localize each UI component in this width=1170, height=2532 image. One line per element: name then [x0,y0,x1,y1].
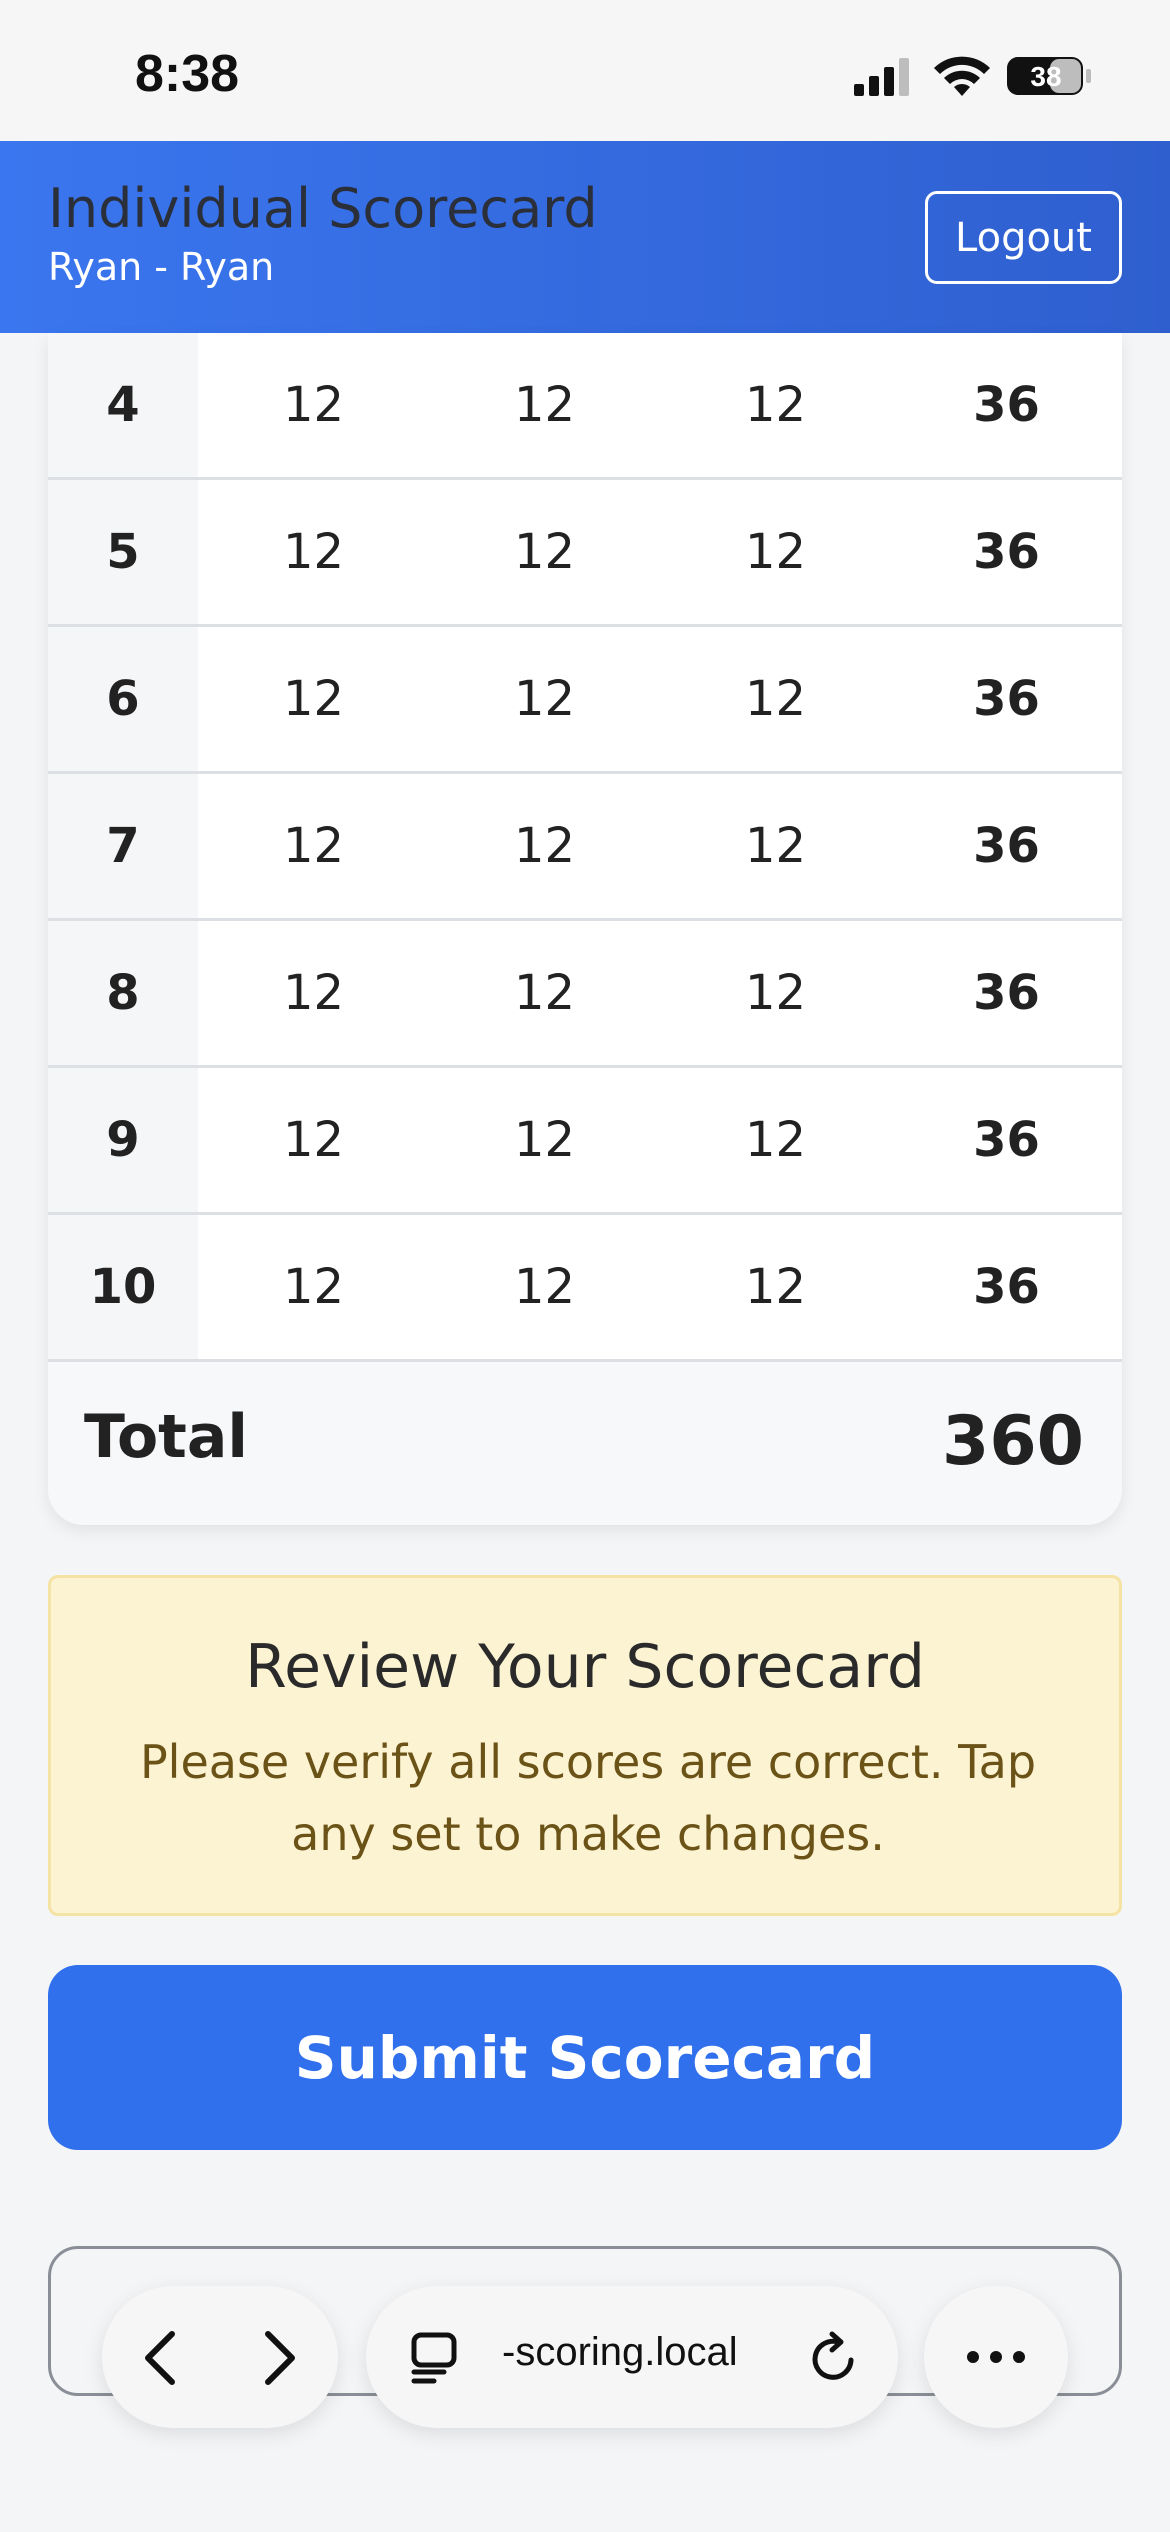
score-cell: 12 [744,524,807,580]
score-cell: 12 [744,965,807,1021]
page-title: Individual Scorecard [48,177,598,240]
battery-icon: 38 [1007,57,1091,95]
score-cell: 12 [282,671,345,727]
page-subtitle: Ryan - Ryan [48,245,275,289]
total-value: 360 [942,1402,1084,1481]
cellular-signal-icon [854,58,909,96]
grand-total-row: Total 360 [48,1362,1122,1525]
status-time: 8:38 [135,45,240,103]
browser-nav-controls [102,2286,338,2428]
address-bar[interactable]: -scoring.local [366,2286,898,2428]
set-number: 10 [48,1215,198,1359]
set-number: 4 [48,333,198,477]
table-row[interactable]: 9 12 12 12 36 [48,1068,1122,1215]
score-cell: 12 [744,1259,807,1315]
submit-scorecard-button[interactable]: Submit Scorecard [48,1965,1122,2150]
set-total: 36 [973,524,1040,580]
browser-more-controls [924,2286,1068,2428]
set-number: 8 [48,921,198,1065]
url-text: -scoring.local [502,2330,738,2374]
score-cell: 12 [282,1259,345,1315]
score-cell: 12 [282,1112,345,1168]
score-cell: 12 [513,1112,576,1168]
table-row[interactable]: 8 12 12 12 36 [48,921,1122,1068]
score-cell: 12 [282,818,345,874]
table-row[interactable]: 10 12 12 12 36 [48,1215,1122,1362]
score-cell: 12 [513,377,576,433]
score-cell: 12 [282,965,345,1021]
score-cell: 12 [744,818,807,874]
tabs-icon[interactable] [410,2332,460,2384]
score-cell: 12 [513,818,576,874]
score-cell: 12 [513,524,576,580]
set-number: 5 [48,480,198,624]
reload-icon[interactable] [808,2330,862,2386]
scorecard-table: 4 12 12 12 36 5 12 12 12 36 6 12 12 12 3… [48,333,1122,1525]
score-cell: 12 [282,524,345,580]
set-total: 36 [973,1112,1040,1168]
set-total: 36 [973,377,1040,433]
score-cell: 12 [513,965,576,1021]
app-header: Individual Scorecard Ryan - Ryan Logout [0,141,1170,333]
logout-button[interactable]: Logout [925,191,1122,284]
forward-icon[interactable] [256,2330,302,2386]
table-row[interactable]: 4 12 12 12 36 [48,333,1122,480]
review-title: Review Your Scorecard [245,1632,925,1702]
set-total: 36 [973,671,1040,727]
set-number: 9 [48,1068,198,1212]
wifi-icon [934,56,990,96]
table-row[interactable]: 6 12 12 12 36 [48,627,1122,774]
set-total: 36 [973,818,1040,874]
score-cell: 12 [744,377,807,433]
review-text: Please verify all scores are correct. Ta… [139,1735,1037,1861]
set-number: 7 [48,774,198,918]
back-icon[interactable] [138,2330,184,2386]
score-cell: 12 [744,671,807,727]
set-number: 6 [48,627,198,771]
status-bar: 8:38 38 [0,0,1170,141]
set-total: 36 [973,965,1040,1021]
review-notice: Review Your Scorecard Please verify all … [48,1575,1122,1916]
more-icon[interactable] [964,2346,1028,2368]
score-cell: 12 [513,671,576,727]
svg-text:38: 38 [1030,61,1061,92]
score-cell: 12 [282,377,345,433]
score-cell: 12 [513,1259,576,1315]
table-row[interactable]: 7 12 12 12 36 [48,774,1122,921]
set-total: 36 [973,1259,1040,1315]
table-row[interactable]: 5 12 12 12 36 [48,480,1122,627]
total-label: Total [84,1402,248,1472]
score-cell: 12 [744,1112,807,1168]
